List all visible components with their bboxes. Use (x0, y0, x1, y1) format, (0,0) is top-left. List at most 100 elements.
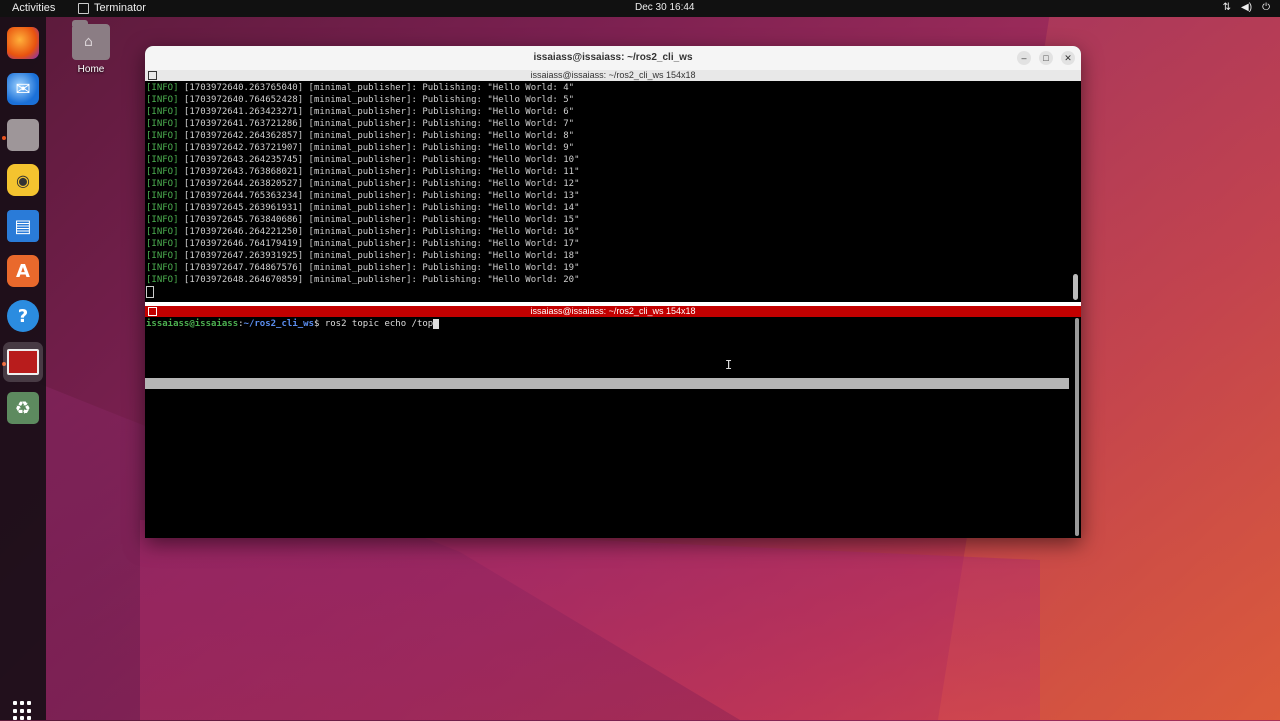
log-message: [1703972647.263931925] [minimal_publishe… (178, 251, 580, 261)
log-level: [INFO] (146, 143, 179, 153)
prompt-user: issaiass@issaiass (146, 319, 239, 329)
pane-menu-icon[interactable] (148, 307, 157, 316)
prompt-path: ~/ros2_cli_ws (243, 319, 314, 329)
activities-button[interactable]: Activities (12, 2, 55, 14)
log-line: [INFO] [1703972642.763721907] [minimal_p… (146, 142, 1071, 154)
command-input[interactable]: ros2 topic echo /top (325, 319, 433, 329)
folder-icon: ⌂ (72, 20, 110, 60)
log-message: [1703972648.264670859] [minimal_publishe… (178, 275, 580, 285)
text-cursor (433, 318, 440, 329)
log-line: [INFO] [1703972641.263423271] [minimal_p… (146, 106, 1071, 118)
help-icon[interactable]: ? (7, 300, 39, 332)
rhythmbox-icon[interactable]: ◉ (7, 164, 39, 196)
selection-bar (145, 378, 1069, 389)
trash-icon[interactable]: ♻ (7, 392, 39, 424)
scrollbar[interactable] (1075, 318, 1079, 536)
log-message: [1703972644.765363234] [minimal_publishe… (178, 191, 580, 201)
show-apps-icon[interactable] (13, 701, 33, 721)
log-line: [INFO] [1703972645.263961931] [minimal_p… (146, 202, 1071, 214)
log-message: [1703972647.764867576] [minimal_publishe… (178, 263, 580, 273)
running-indicator (2, 136, 6, 140)
app-menu[interactable]: Terminator (78, 2, 146, 14)
pane-titlebar-top[interactable]: issaiass@issaiass: ~/ros2_cli_ws 154x18 (145, 70, 1081, 81)
pane-title: issaiass@issaiass: ~/ros2_cli_ws 154x18 (530, 306, 696, 316)
minimize-button[interactable]: – (1017, 51, 1031, 65)
terminal-pane-top[interactable]: [INFO] [1703972640.263765040] [minimal_p… (146, 82, 1071, 302)
pane-menu-icon[interactable] (148, 71, 157, 80)
close-button[interactable]: ✕ (1061, 51, 1075, 65)
log-message: [1703972645.263961931] [minimal_publishe… (178, 203, 580, 213)
pane-title: issaiass@issaiass: ~/ros2_cli_ws 154x18 (530, 70, 696, 80)
log-level: [INFO] (146, 263, 179, 273)
log-message: [1703972643.763868021] [minimal_publishe… (178, 167, 580, 177)
maximize-button[interactable]: □ (1039, 51, 1053, 65)
firefox-icon[interactable] (7, 27, 39, 59)
log-line: [INFO] [1703972644.765363234] [minimal_p… (146, 190, 1071, 202)
log-message: [1703972641.763721286] [minimal_publishe… (178, 119, 575, 129)
log-message: [1703972643.264235745] [minimal_publishe… (178, 155, 580, 165)
log-level: [INFO] (146, 227, 179, 237)
log-level: [INFO] (146, 239, 179, 249)
log-message: [1703972640.764652428] [minimal_publishe… (178, 95, 575, 105)
log-level: [INFO] (146, 95, 179, 105)
top-bar: Activities Terminator Dec 30 16:44 ⇅ ◀) … (0, 0, 1280, 17)
log-message: [1703972646.264221250] [minimal_publishe… (178, 227, 580, 237)
log-line: [INFO] [1703972646.264221250] [minimal_p… (146, 226, 1071, 238)
log-line: [INFO] [1703972642.264362857] [minimal_p… (146, 130, 1071, 142)
terminator-icon[interactable] (3, 342, 43, 382)
log-level: [INFO] (146, 251, 179, 261)
log-line: [INFO] [1703972643.264235745] [minimal_p… (146, 154, 1071, 166)
files-icon[interactable] (7, 119, 39, 151)
log-level: [INFO] (146, 191, 179, 201)
scrollbar[interactable] (1073, 274, 1078, 300)
log-level: [INFO] (146, 215, 179, 225)
wallpaper-shape (140, 520, 1040, 720)
window-title: issaiass@issaiass: ~/ros2_cli_ws (533, 52, 693, 63)
log-line: [INFO] [1703972647.764867576] [minimal_p… (146, 262, 1071, 274)
log-line: [INFO] [1703972647.263931925] [minimal_p… (146, 250, 1071, 262)
log-message: [1703972642.264362857] [minimal_publishe… (178, 131, 575, 141)
log-line: [INFO] [1703972644.263820527] [minimal_p… (146, 178, 1071, 190)
window-controls: – □ ✕ (1017, 51, 1075, 65)
empty-cursor-line (146, 286, 1071, 298)
log-level: [INFO] (146, 119, 179, 129)
writer-icon[interactable]: ▤ (7, 210, 39, 242)
block-cursor (146, 286, 154, 298)
log-message: [1703972646.764179419] [minimal_publishe… (178, 239, 580, 249)
volume-icon[interactable]: ◀) (1241, 2, 1252, 13)
desktop-home-label: Home (77, 64, 105, 75)
dock: ✉ ◉ ▤ A ? ♻ (0, 17, 46, 721)
network-icon[interactable]: ⇅ (1223, 2, 1231, 13)
log-line: [INFO] [1703972640.263765040] [minimal_p… (146, 82, 1071, 94)
desktop-home-icon[interactable]: ⌂ Home (70, 20, 112, 75)
log-message: [1703972641.263423271] [minimal_publishe… (178, 107, 575, 117)
log-level: [INFO] (146, 179, 179, 189)
app-center-icon[interactable]: A (7, 255, 39, 287)
log-level: [INFO] (146, 203, 179, 213)
terminal-pane-bottom[interactable]: issaiass@issaiass:~/ros2_cli_ws$ ros2 to… (146, 318, 1071, 330)
power-icon[interactable]: ⏻ (1262, 2, 1270, 13)
log-level: [INFO] (146, 155, 179, 165)
terminator-window[interactable]: issaiass@issaiass: ~/ros2_cli_ws – □ ✕ i… (145, 46, 1081, 538)
system-tray[interactable]: ⇅ ◀) ⏻ (1223, 2, 1270, 13)
log-message: [1703972645.763840686] [minimal_publishe… (178, 215, 580, 225)
window-titlebar[interactable]: issaiass@issaiass: ~/ros2_cli_ws – □ ✕ (145, 46, 1081, 71)
log-message: [1703972644.263820527] [minimal_publishe… (178, 179, 580, 189)
log-line: [INFO] [1703972643.763868021] [minimal_p… (146, 166, 1071, 178)
log-line: [INFO] [1703972640.764652428] [minimal_p… (146, 94, 1071, 106)
log-level: [INFO] (146, 107, 179, 117)
clock[interactable]: Dec 30 16:44 (635, 2, 695, 13)
log-line: [INFO] [1703972645.763840686] [minimal_p… (146, 214, 1071, 226)
terminator-app-icon (78, 2, 89, 14)
log-message: [1703972640.263765040] [minimal_publishe… (178, 83, 575, 93)
log-level: [INFO] (146, 83, 179, 93)
log-line: [INFO] [1703972648.264670859] [minimal_p… (146, 274, 1071, 286)
log-line: [INFO] [1703972641.763721286] [minimal_p… (146, 118, 1071, 130)
log-level: [INFO] (146, 131, 179, 141)
thunderbird-icon[interactable]: ✉ (7, 73, 39, 105)
ibeam-cursor-icon: I (725, 358, 733, 372)
log-line: [INFO] [1703972646.764179419] [minimal_p… (146, 238, 1071, 250)
pane-titlebar-bottom[interactable]: issaiass@issaiass: ~/ros2_cli_ws 154x18 (145, 306, 1081, 317)
house-icon: ⌂ (84, 34, 93, 50)
log-level: [INFO] (146, 167, 179, 177)
